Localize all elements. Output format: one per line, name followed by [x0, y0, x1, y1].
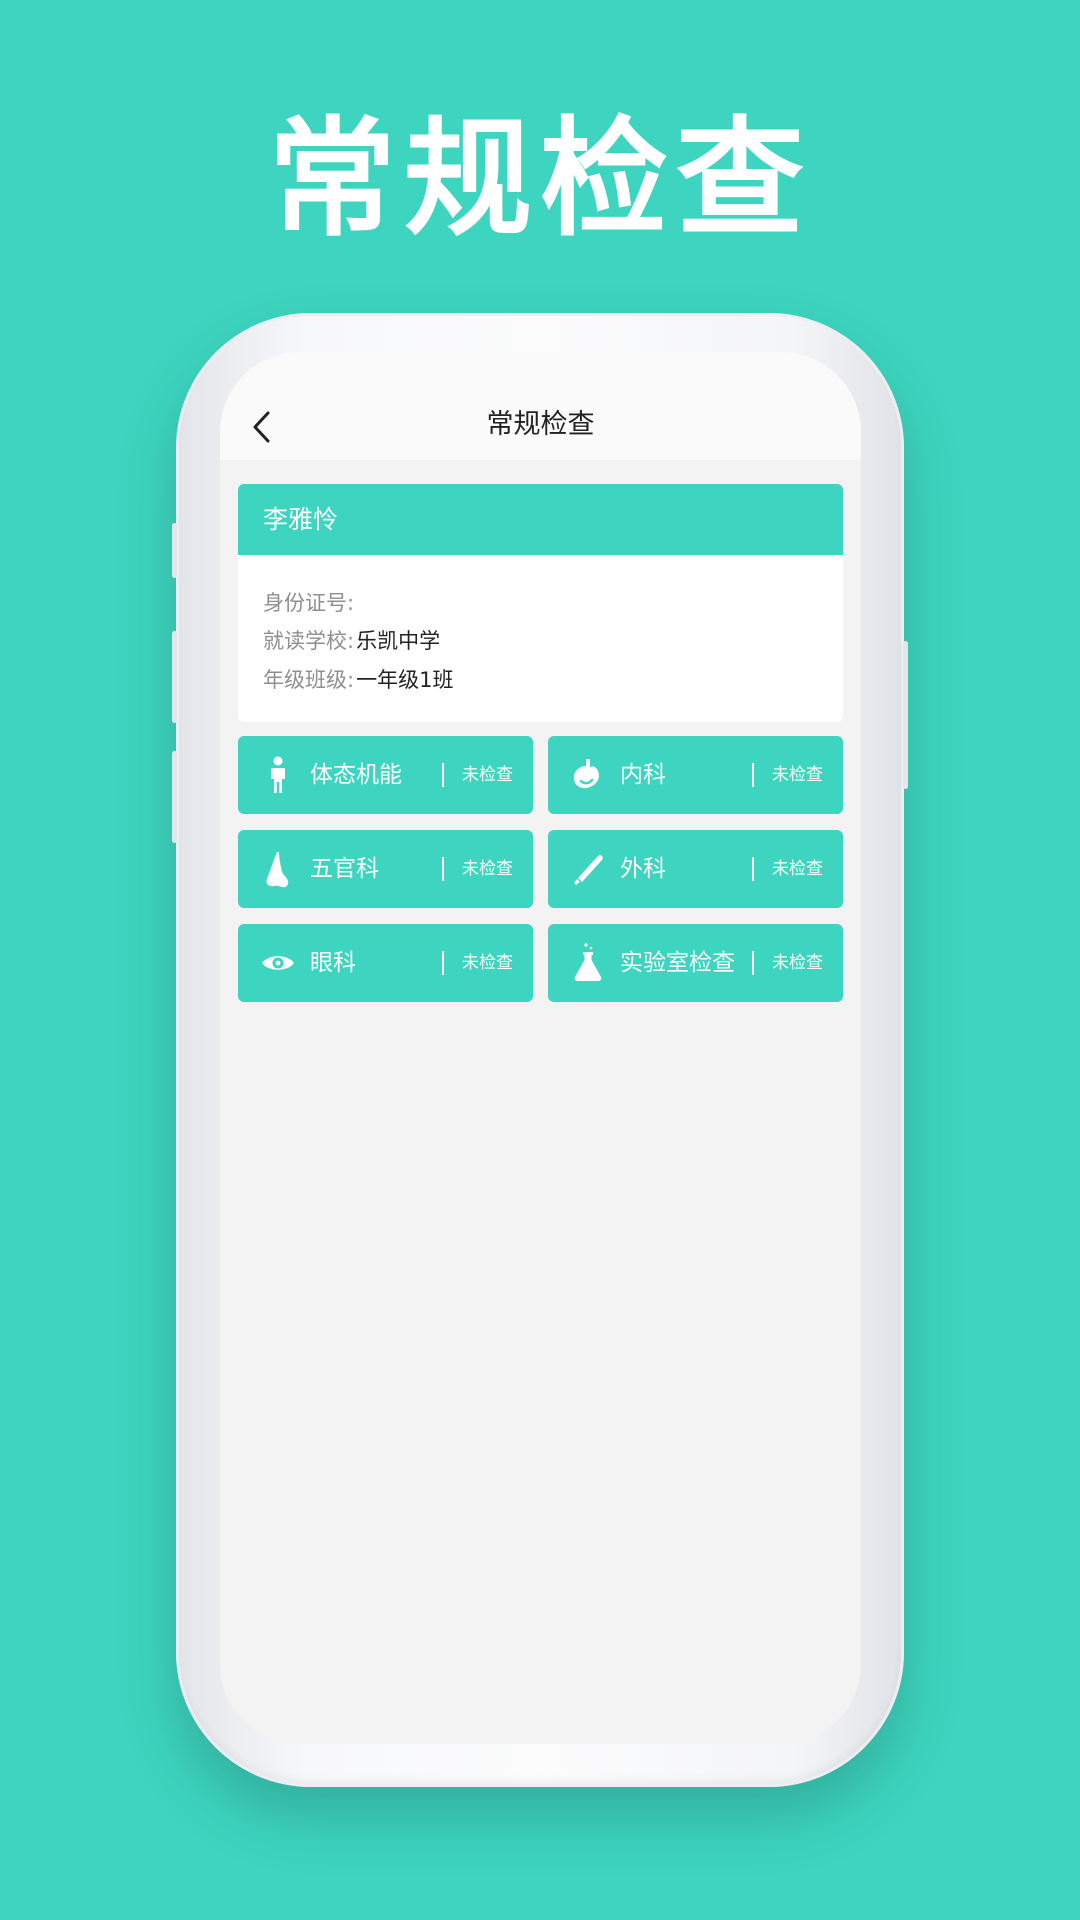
person-icon	[271, 756, 285, 793]
promo-title: 常规检查	[267, 105, 812, 254]
grade-value: 一年级1班	[356, 668, 454, 692]
school-value: 乐凯中学	[356, 629, 441, 653]
student-info-card: 李雅怜 身份证号: 就读学校:乐凯中学 年级班级:一年级1班	[238, 484, 843, 722]
exam-name: 体态机能	[310, 762, 402, 788]
exam-name: 眼科	[310, 950, 356, 976]
school-label: 就读学校:	[263, 629, 355, 653]
exam-tile-internal[interactable]: 内科 未检查	[548, 736, 843, 814]
grade-label: 年级班级:	[263, 668, 355, 692]
exam-status: 未检查	[462, 859, 513, 879]
exam-name: 内科	[620, 762, 666, 788]
exam-tile-eye[interactable]: 眼科 未检查	[238, 924, 533, 1002]
silent-switch	[172, 523, 177, 578]
id-number-row: 身份证号:	[263, 588, 356, 618]
flask-icon	[574, 943, 602, 981]
student-name: 李雅怜	[238, 484, 843, 555]
app-screen: 常规检查 李雅怜 身份证号: 就读学校:乐凯中学 年级班级:一年级1班 体态机能…	[220, 352, 861, 1744]
eye-icon	[262, 956, 294, 970]
exam-status: 未检查	[772, 765, 823, 785]
tile-divider	[442, 857, 444, 881]
exam-status: 未检查	[462, 953, 513, 973]
volume-down-button	[172, 751, 177, 843]
nose-icon	[266, 852, 289, 888]
navbar: 常规检查	[220, 352, 861, 460]
tile-divider	[752, 951, 754, 975]
exam-name: 五官科	[310, 856, 379, 882]
exam-name: 外科	[620, 856, 666, 882]
exam-name: 实验室检查	[620, 950, 735, 976]
grade-row: 年级班级:一年级1班	[263, 665, 453, 695]
id-number-label: 身份证号:	[263, 591, 355, 615]
school-row: 就读学校:乐凯中学	[263, 626, 440, 656]
volume-up-button	[172, 631, 177, 723]
tile-divider	[442, 951, 444, 975]
stomach-icon	[573, 759, 600, 789]
exam-status: 未检查	[772, 859, 823, 879]
exam-status: 未检查	[462, 765, 513, 785]
scalpel-icon	[574, 855, 603, 885]
exam-tile-surgery[interactable]: 外科 未检查	[548, 830, 843, 908]
tile-divider	[442, 763, 444, 787]
tile-divider	[752, 763, 754, 787]
tile-divider	[752, 857, 754, 881]
exam-tile-lab[interactable]: 实验室检查 未检查	[548, 924, 843, 1002]
exam-status: 未检查	[772, 953, 823, 973]
power-button	[903, 641, 908, 789]
page-title: 常规检查	[486, 409, 595, 440]
exam-tile-physical[interactable]: 体态机能 未检查	[238, 736, 533, 814]
exam-tile-ent[interactable]: 五官科 未检查	[238, 830, 533, 908]
